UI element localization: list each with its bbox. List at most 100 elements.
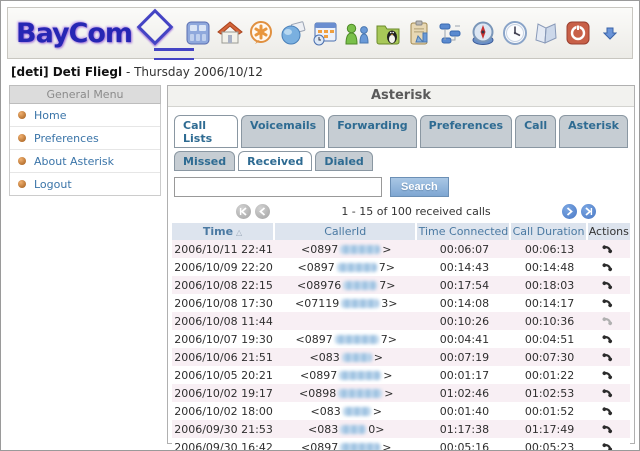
row-actions	[587, 366, 630, 384]
caller-id-text: <0897	[297, 260, 335, 274]
time-connected: 00:10:26	[417, 312, 512, 330]
baycom-logo-text: BayCom	[16, 17, 133, 49]
power-icon[interactable]	[564, 19, 592, 47]
last-page-icon[interactable]	[581, 204, 596, 219]
users-icon[interactable]	[342, 19, 370, 47]
caller-id: <08976 7>	[275, 276, 418, 294]
redacted-number	[338, 389, 383, 398]
primary-tabs: Call Lists Voicemails Forwarding Preference…	[174, 115, 628, 148]
tab-dialed[interactable]: Dialed	[315, 151, 373, 171]
caller-id-text: 0>	[368, 422, 385, 436]
row-actions	[587, 420, 630, 438]
tab-call-lists[interactable]: Call Lists	[174, 115, 239, 148]
row-actions	[587, 294, 630, 312]
call-time: 2006/09/30 16:42	[172, 438, 276, 450]
call-time: 2006/10/02 18:00	[172, 402, 276, 420]
redacted-number	[343, 281, 378, 290]
call-duration: 00:18:03	[511, 276, 588, 294]
current-date: Thursday 2006/10/12	[134, 65, 263, 79]
call-duration: 00:01:52	[511, 402, 588, 420]
table-row: 2006/10/02 19:17 <0898 >01:02:46 01:02:53	[172, 384, 630, 402]
time-connected: 00:04:41	[417, 330, 512, 348]
tab-missed[interactable]: Missed	[174, 151, 236, 171]
sidebar-item-logout[interactable]: Logout	[10, 173, 160, 195]
table-body: 2006/10/11 22:41 <0897 >00:06:07 00:06:13 20…	[172, 240, 630, 450]
call-back-phone-icon[interactable]	[602, 295, 615, 311]
calendar-icon[interactable]	[311, 19, 339, 47]
tab-asterisk[interactable]: Asterisk	[559, 115, 628, 148]
call-back-phone-icon[interactable]	[602, 241, 615, 257]
sidebar-item-about-asterisk[interactable]: About Asterisk	[10, 150, 160, 173]
sidebar-item-home[interactable]: Home	[10, 104, 160, 127]
book-icon[interactable]	[532, 19, 560, 47]
caller-id-text: >	[383, 368, 393, 382]
tab-call[interactable]: Call	[515, 115, 557, 148]
column-header-call-duration[interactable]: Call Duration	[511, 223, 588, 240]
phone-system-icon[interactable]	[184, 19, 212, 47]
column-header-actions[interactable]: Actions	[587, 223, 630, 240]
table-row: 2006/10/07 19:30 <0897 7> 00:04:41 00:04:51	[172, 330, 630, 348]
caller-id: <07119 3>	[275, 294, 418, 312]
time-connected: 00:01:17	[417, 366, 512, 384]
current-user: [deti] Deti Fliegl	[11, 65, 123, 79]
call-back-phone-icon[interactable]	[602, 367, 615, 383]
tab-forwarding[interactable]: Forwarding	[328, 115, 417, 148]
panel-title: Asterisk	[168, 86, 634, 107]
caller-id: <083 >	[275, 348, 418, 366]
call-back-phone-icon[interactable]	[602, 385, 615, 401]
call-back-phone-icon[interactable]	[602, 313, 615, 329]
call-back-phone-icon[interactable]	[602, 421, 615, 437]
caller-id: <083 >	[275, 402, 418, 420]
bullet-icon	[18, 180, 26, 188]
table-row: 2006/10/11 22:41 <0897 >00:06:07 00:06:13	[172, 240, 630, 258]
call-back-phone-icon[interactable]	[602, 403, 615, 419]
compass-icon[interactable]	[469, 19, 497, 47]
table-row: 2006/10/06 21:51 <083 >00:07:19 00:07:30	[172, 348, 630, 366]
call-back-phone-icon[interactable]	[602, 331, 615, 347]
clipboard-icon[interactable]	[406, 19, 434, 47]
userbar-separator: -	[122, 65, 135, 79]
redacted-number	[340, 425, 367, 434]
collapse-arrow-icon[interactable]	[596, 19, 624, 47]
caller-id: <0897 >	[275, 366, 418, 384]
clock-icon[interactable]	[501, 19, 529, 47]
folder-tux-icon[interactable]	[374, 19, 402, 47]
column-header-time-connected[interactable]: Time Connected	[417, 223, 512, 240]
call-time: 2006/10/08 17:30	[172, 294, 276, 312]
tab-received[interactable]: Received	[238, 151, 313, 171]
call-back-phone-icon[interactable]	[602, 277, 615, 293]
time-connected: 00:14:08	[417, 294, 512, 312]
call-back-phone-icon[interactable]	[602, 439, 615, 450]
asterisk-icon[interactable]	[247, 19, 275, 47]
sidebar-item-preferences[interactable]: Preferences	[10, 127, 160, 150]
next-page-icon[interactable]	[562, 204, 577, 219]
column-header-callerid[interactable]: CallerId	[275, 223, 418, 240]
table-row: 2006/10/08 11:44 00:10:26 00:10:36	[172, 312, 630, 330]
received-calls-table: Time △ CallerId Time Connected Call Duration…	[172, 223, 630, 450]
column-header-time[interactable]: Time △	[172, 223, 276, 240]
tab-preferences[interactable]: Preferences	[419, 115, 513, 148]
caller-id-text: 7>	[378, 260, 395, 274]
caller-id-text: >	[373, 350, 383, 364]
call-back-phone-icon[interactable]	[602, 259, 615, 275]
baycom-logo[interactable]: BayCom	[16, 8, 174, 49]
first-page-icon[interactable]	[236, 204, 251, 219]
prev-page-icon[interactable]	[255, 204, 270, 219]
call-duration: 00:05:23	[511, 438, 588, 450]
tab-voicemails[interactable]: Voicemails	[241, 115, 326, 148]
search-input[interactable]	[174, 177, 382, 197]
caller-id-text: <083	[309, 350, 340, 364]
call-back-phone-icon[interactable]	[602, 349, 615, 365]
caller-id-text: 3>	[381, 296, 398, 310]
caller-id-text: <083	[310, 404, 341, 418]
row-actions	[587, 276, 630, 294]
call-duration: 00:14:48	[511, 258, 588, 276]
globe-mail-icon[interactable]	[279, 19, 307, 47]
home-icon[interactable]	[216, 19, 244, 47]
workflow-icon[interactable]	[437, 19, 465, 47]
table-header-row: Time △ CallerId Time Connected Call Duration…	[172, 223, 630, 240]
caller-id: <0897 >	[275, 240, 418, 258]
table-row: 2006/09/30 16:42 <0897 >00:05:16 00:05:23	[172, 438, 630, 450]
search-button[interactable]: Search	[390, 177, 449, 197]
call-duration: 00:06:13	[511, 240, 588, 258]
